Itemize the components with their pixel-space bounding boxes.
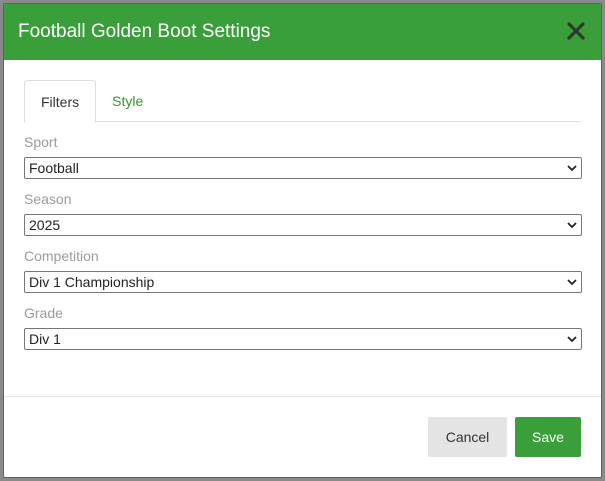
grade-select[interactable]: Div 1 — [24, 328, 582, 350]
season-select[interactable]: 2025 — [24, 214, 582, 236]
modal-footer: Cancel Save — [428, 417, 581, 457]
tab-bar: Filters Style — [24, 80, 581, 123]
tab-filters[interactable]: Filters — [24, 80, 97, 123]
grade-label: Grade — [24, 305, 63, 321]
chevron-down-icon — [567, 279, 577, 286]
settings-modal: Football Golden Boot Settings Filters St… — [3, 3, 602, 478]
footer-divider — [4, 396, 601, 397]
season-select-value: 2025 — [29, 217, 61, 233]
chevron-down-icon — [567, 222, 577, 229]
competition-label: Competition — [24, 248, 99, 264]
sport-select[interactable]: Football — [24, 157, 582, 179]
season-field: Season 2025 — [24, 191, 582, 236]
competition-select[interactable]: Div 1 Championship — [24, 271, 582, 293]
competition-field: Competition Div 1 Championship — [24, 248, 582, 293]
sport-label: Sport — [24, 134, 58, 150]
grade-field: Grade Div 1 — [24, 305, 582, 350]
season-label: Season — [24, 191, 72, 207]
chevron-down-icon — [567, 336, 577, 343]
cancel-button[interactable]: Cancel — [428, 417, 507, 457]
grade-select-value: Div 1 — [29, 331, 61, 347]
modal-body: Filters Style Sport Football Season 2025 — [4, 60, 601, 396]
chevron-down-icon — [567, 165, 577, 172]
modal-header: Football Golden Boot Settings — [4, 4, 601, 60]
sport-select-value: Football — [29, 160, 79, 176]
tab-style[interactable]: Style — [96, 80, 159, 122]
sport-field: Sport Football — [24, 134, 582, 179]
save-button[interactable]: Save — [515, 417, 581, 457]
close-button[interactable] — [565, 19, 587, 43]
competition-select-value: Div 1 Championship — [29, 274, 155, 290]
close-icon — [567, 22, 585, 40]
modal-title: Football Golden Boot Settings — [18, 21, 271, 42]
